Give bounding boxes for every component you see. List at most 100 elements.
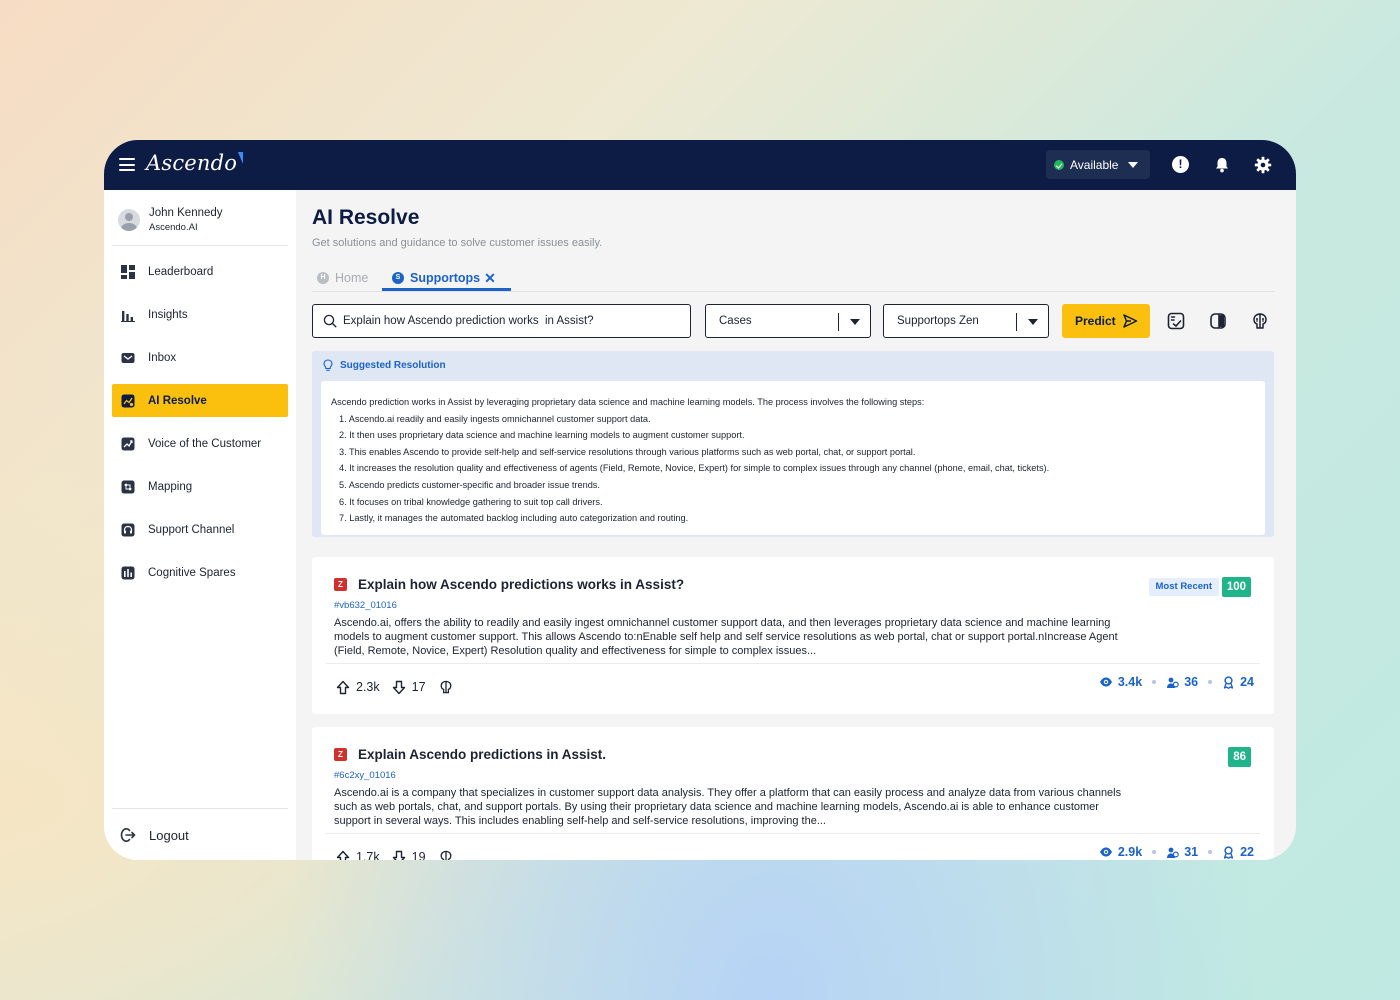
eye-icon — [1099, 677, 1112, 687]
ai-resolve-icon — [121, 394, 135, 407]
downvote-button[interactable]: 19 — [392, 850, 426, 860]
users-stat: 31 — [1166, 845, 1198, 859]
tab-label: Supportops — [410, 271, 481, 285]
sidebar-item-inbox[interactable]: Inbox — [112, 341, 288, 374]
search-field[interactable] — [312, 304, 691, 338]
predict-label: Predict — [1075, 314, 1116, 328]
brand-logo: Ascendo — [146, 151, 244, 175]
upvote-button[interactable]: 1.7k — [336, 850, 380, 860]
resolution-step: 4. It increases the resolution quality a… — [339, 463, 1050, 474]
awards-count: 22 — [1240, 845, 1254, 859]
page-title: AI Resolve — [312, 206, 420, 229]
document-check-icon[interactable] — [1166, 311, 1186, 331]
predict-button[interactable]: Predict — [1062, 304, 1150, 338]
downvote-button[interactable]: 17 — [392, 680, 426, 695]
result-title[interactable]: Explain Ascendo predictions in Assist. — [358, 747, 606, 762]
source-select[interactable]: Cases — [705, 304, 871, 338]
eye-icon — [1099, 847, 1112, 857]
headset-icon — [121, 523, 135, 536]
resolution-step: 5. Ascendo predicts customer-specific an… — [339, 479, 600, 490]
brain-icon — [440, 680, 451, 694]
engagement-stats: 3.4k 36 24 — [1099, 675, 1254, 689]
tab-home[interactable]: H Home — [317, 267, 368, 289]
result-card[interactable]: Z Explain how Ascendo predictions works … — [312, 557, 1274, 714]
stat-separator — [1152, 850, 1157, 854]
result-snippet: Ascendo.ai is a company that specializes… — [334, 787, 1122, 828]
split-panel-icon[interactable] — [1208, 311, 1228, 331]
tab-label: Home — [335, 271, 369, 285]
sidebar-item-support-channel[interactable]: Support Channel — [112, 513, 288, 546]
vote-bar: 2.3k 17 — [336, 679, 472, 695]
sidebar-item-leaderboard[interactable]: Leaderboard — [112, 255, 288, 288]
mail-icon — [121, 352, 135, 363]
brain-button[interactable] — [438, 679, 460, 695]
chevron-down-icon — [1128, 161, 1139, 168]
result-snippet: Ascendo.ai, offers the ability to readil… — [334, 617, 1118, 658]
search-input[interactable] — [343, 315, 673, 327]
sidebar-item-insights[interactable]: Insights — [112, 298, 288, 331]
check-circle-icon — [1054, 159, 1064, 170]
result-id-link[interactable]: #6c2xy_01016 — [334, 770, 396, 781]
result-id-link[interactable]: #vb632_01016 — [334, 600, 397, 611]
send-icon — [1122, 314, 1137, 328]
menu-icon[interactable] — [119, 158, 135, 171]
logo-mark — [238, 152, 244, 164]
logout-icon — [120, 827, 136, 843]
alert-icon[interactable]: ! — [1172, 156, 1190, 174]
awards-stat: 22 — [1222, 845, 1254, 859]
resolution-step: 2. It then uses proprietary data science… — [339, 430, 745, 441]
brain-button[interactable] — [438, 849, 460, 860]
select-divider — [838, 313, 839, 331]
card-divider — [326, 663, 1260, 664]
tab-bar: H Home S Supportops ✕ — [312, 267, 1274, 292]
relevance-score-badge: 100 — [1221, 577, 1251, 597]
stat-separator — [1208, 850, 1213, 854]
suggested-resolution-panel: Suggested Resolution Ascendo prediction … — [312, 351, 1274, 537]
result-title[interactable]: Explain how Ascendo predictions works in… — [358, 577, 684, 592]
voice-chart-icon — [121, 437, 135, 450]
user-profile[interactable]: John Kennedy Ascendo.AI — [118, 207, 223, 233]
brain-icon[interactable] — [1250, 311, 1270, 331]
sidebar-item-mapping[interactable]: Mapping — [112, 470, 288, 503]
sidebar-item-label: AI Resolve — [148, 394, 207, 407]
upvote-count: 1.7k — [356, 850, 380, 860]
suggested-resolution-heading: Suggested Resolution — [340, 360, 446, 371]
availability-label: Available — [1070, 157, 1119, 172]
lightbulb-icon — [323, 359, 333, 371]
suggested-resolution-header: Suggested Resolution — [322, 359, 446, 372]
close-icon[interactable]: ✕ — [484, 270, 496, 287]
spares-icon — [121, 566, 135, 579]
vote-bar: 1.7k 19 — [336, 849, 472, 860]
resolution-step: 1. Ascendo.ai readily and easily ingests… — [339, 413, 651, 424]
gear-icon[interactable] — [1254, 156, 1272, 174]
tab-supportops[interactable]: S Supportops ✕ — [392, 267, 506, 289]
bell-icon[interactable] — [1213, 156, 1231, 174]
upvote-button[interactable]: 2.3k — [336, 680, 380, 695]
arrow-down-icon — [392, 850, 405, 860]
views-stat: 3.4k — [1099, 675, 1142, 689]
active-tab-indicator — [382, 288, 511, 291]
arrow-up-icon — [336, 850, 350, 860]
availability-dropdown[interactable]: Available — [1046, 150, 1150, 179]
instance-select[interactable]: Supportops Zen — [883, 304, 1049, 338]
awards-stat: 24 — [1222, 675, 1254, 689]
search-icon — [323, 314, 337, 328]
user-org: Ascendo.AI — [149, 222, 198, 233]
users-count: 31 — [1184, 845, 1199, 859]
relevance-score-badge: 86 — [1228, 747, 1251, 767]
downvote-count: 17 — [411, 680, 426, 694]
users-count: 36 — [1184, 675, 1199, 689]
logout-button[interactable]: Logout — [120, 827, 189, 843]
result-card[interactable]: Z Explain Ascendo predictions in Assist.… — [312, 727, 1274, 860]
sidebar-item-voice-of-the-customer[interactable]: Voice of the Customer — [112, 427, 288, 460]
dashboard-icon — [121, 264, 135, 279]
sidebar-item-label: Mapping — [148, 480, 193, 493]
resolution-step: 7. Lastly, it manages the automated back… — [339, 513, 689, 524]
page-subtitle: Get solutions and guidance to solve cust… — [312, 237, 603, 249]
sidebar-divider — [112, 808, 288, 809]
sidebar-item-ai-resolve[interactable]: AI Resolve — [112, 384, 288, 417]
award-icon — [1223, 675, 1234, 689]
sidebar-item-cognitive-spares[interactable]: Cognitive Spares — [112, 556, 288, 589]
arrow-up-icon — [336, 680, 350, 694]
brand-name: Ascendo — [146, 151, 238, 175]
